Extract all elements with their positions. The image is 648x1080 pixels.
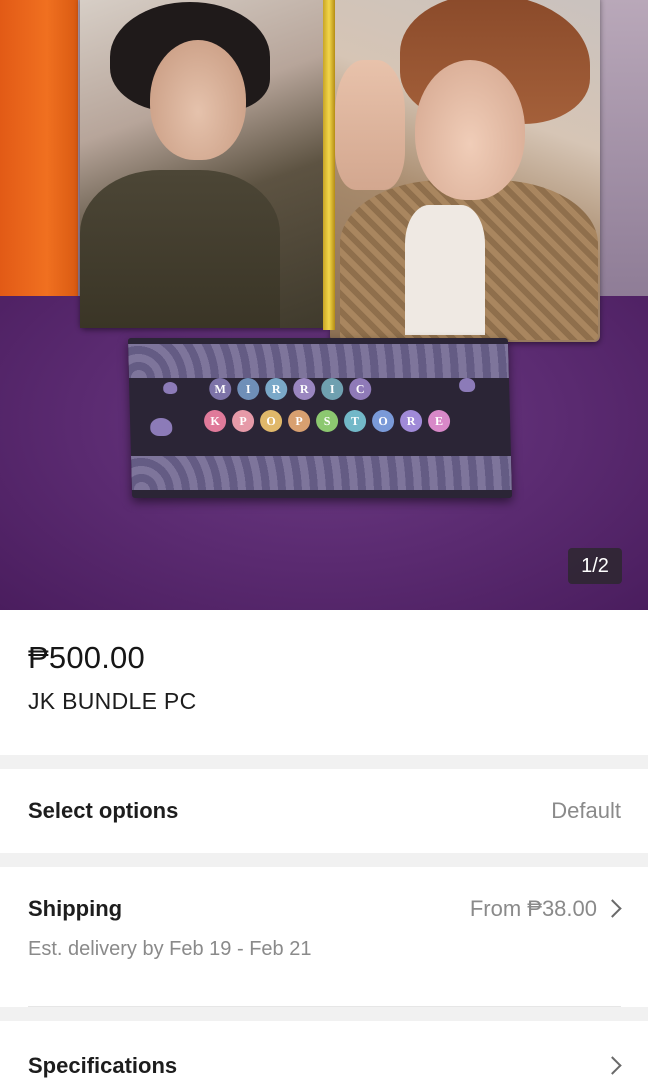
photocard-right-face	[415, 60, 525, 200]
delivery-estimate: Est. delivery by Feb 19 - Feb 21	[28, 938, 312, 960]
store-card-letter: C	[348, 378, 372, 400]
photocard-right-shirt	[405, 205, 485, 335]
specifications-label: Specifications	[28, 1052, 178, 1078]
store-card-letter: O	[259, 410, 283, 432]
store-card-letter: E	[427, 410, 451, 432]
store-card-name-row: KPOPSTORE	[203, 410, 451, 432]
store-card-letter: K	[203, 410, 227, 432]
heart-decoration	[163, 382, 178, 394]
store-card-letter: O	[371, 410, 395, 432]
store-card-letter: I	[320, 378, 344, 400]
store-card-letter: S	[315, 410, 339, 432]
select-options-value: Default	[551, 798, 621, 823]
store-card-letter: I	[236, 378, 260, 400]
store-card-letter: R	[264, 378, 288, 400]
chevron-right-icon	[605, 898, 621, 920]
shipping-row[interactable]: Shipping From ₱38.00 Est. delivery by Fe…	[0, 867, 648, 1007]
photocard-left-coat	[80, 170, 280, 328]
store-card-bottom-band	[130, 456, 512, 490]
select-options-row[interactable]: Select options Default	[0, 769, 648, 853]
store-card-letter: M	[208, 378, 232, 400]
section-gap	[0, 1007, 648, 1021]
store-card-letter: R	[399, 410, 423, 432]
store-card-letter: T	[343, 410, 367, 432]
shipping-price: From ₱38.00	[469, 896, 597, 921]
store-card-letter: P	[287, 410, 311, 432]
product-price: ₱500.00	[28, 640, 145, 675]
store-card-top-band	[128, 344, 509, 378]
photocard-right-hand	[335, 60, 405, 190]
store-card-logo-row: MIRRIC	[208, 378, 372, 400]
image-counter-badge: 1/2	[568, 548, 622, 584]
heart-decoration	[150, 418, 173, 436]
photo-orange-panel	[0, 0, 78, 305]
product-image-gallery[interactable]: MIRRIC KPOPSTORE 1/2	[0, 0, 648, 610]
divider	[28, 1006, 621, 1007]
section-gap	[0, 755, 648, 769]
specifications-row[interactable]: Specifications	[0, 1021, 648, 1080]
store-card-letter: P	[231, 410, 255, 432]
photocard-gold-edge	[323, 0, 335, 330]
store-card: MIRRIC KPOPSTORE	[127, 338, 513, 498]
select-options-label: Select options	[28, 798, 179, 823]
store-card-letter: R	[292, 378, 316, 400]
section-gap	[0, 853, 648, 867]
chevron-right-icon	[605, 1055, 621, 1077]
shipping-label: Shipping	[28, 896, 123, 921]
price-section: ₱500.00 JK BUNDLE PC	[0, 610, 648, 755]
photocard-left-face	[150, 40, 246, 160]
heart-decoration	[458, 378, 476, 392]
product-title: JK BUNDLE PC	[28, 688, 197, 714]
